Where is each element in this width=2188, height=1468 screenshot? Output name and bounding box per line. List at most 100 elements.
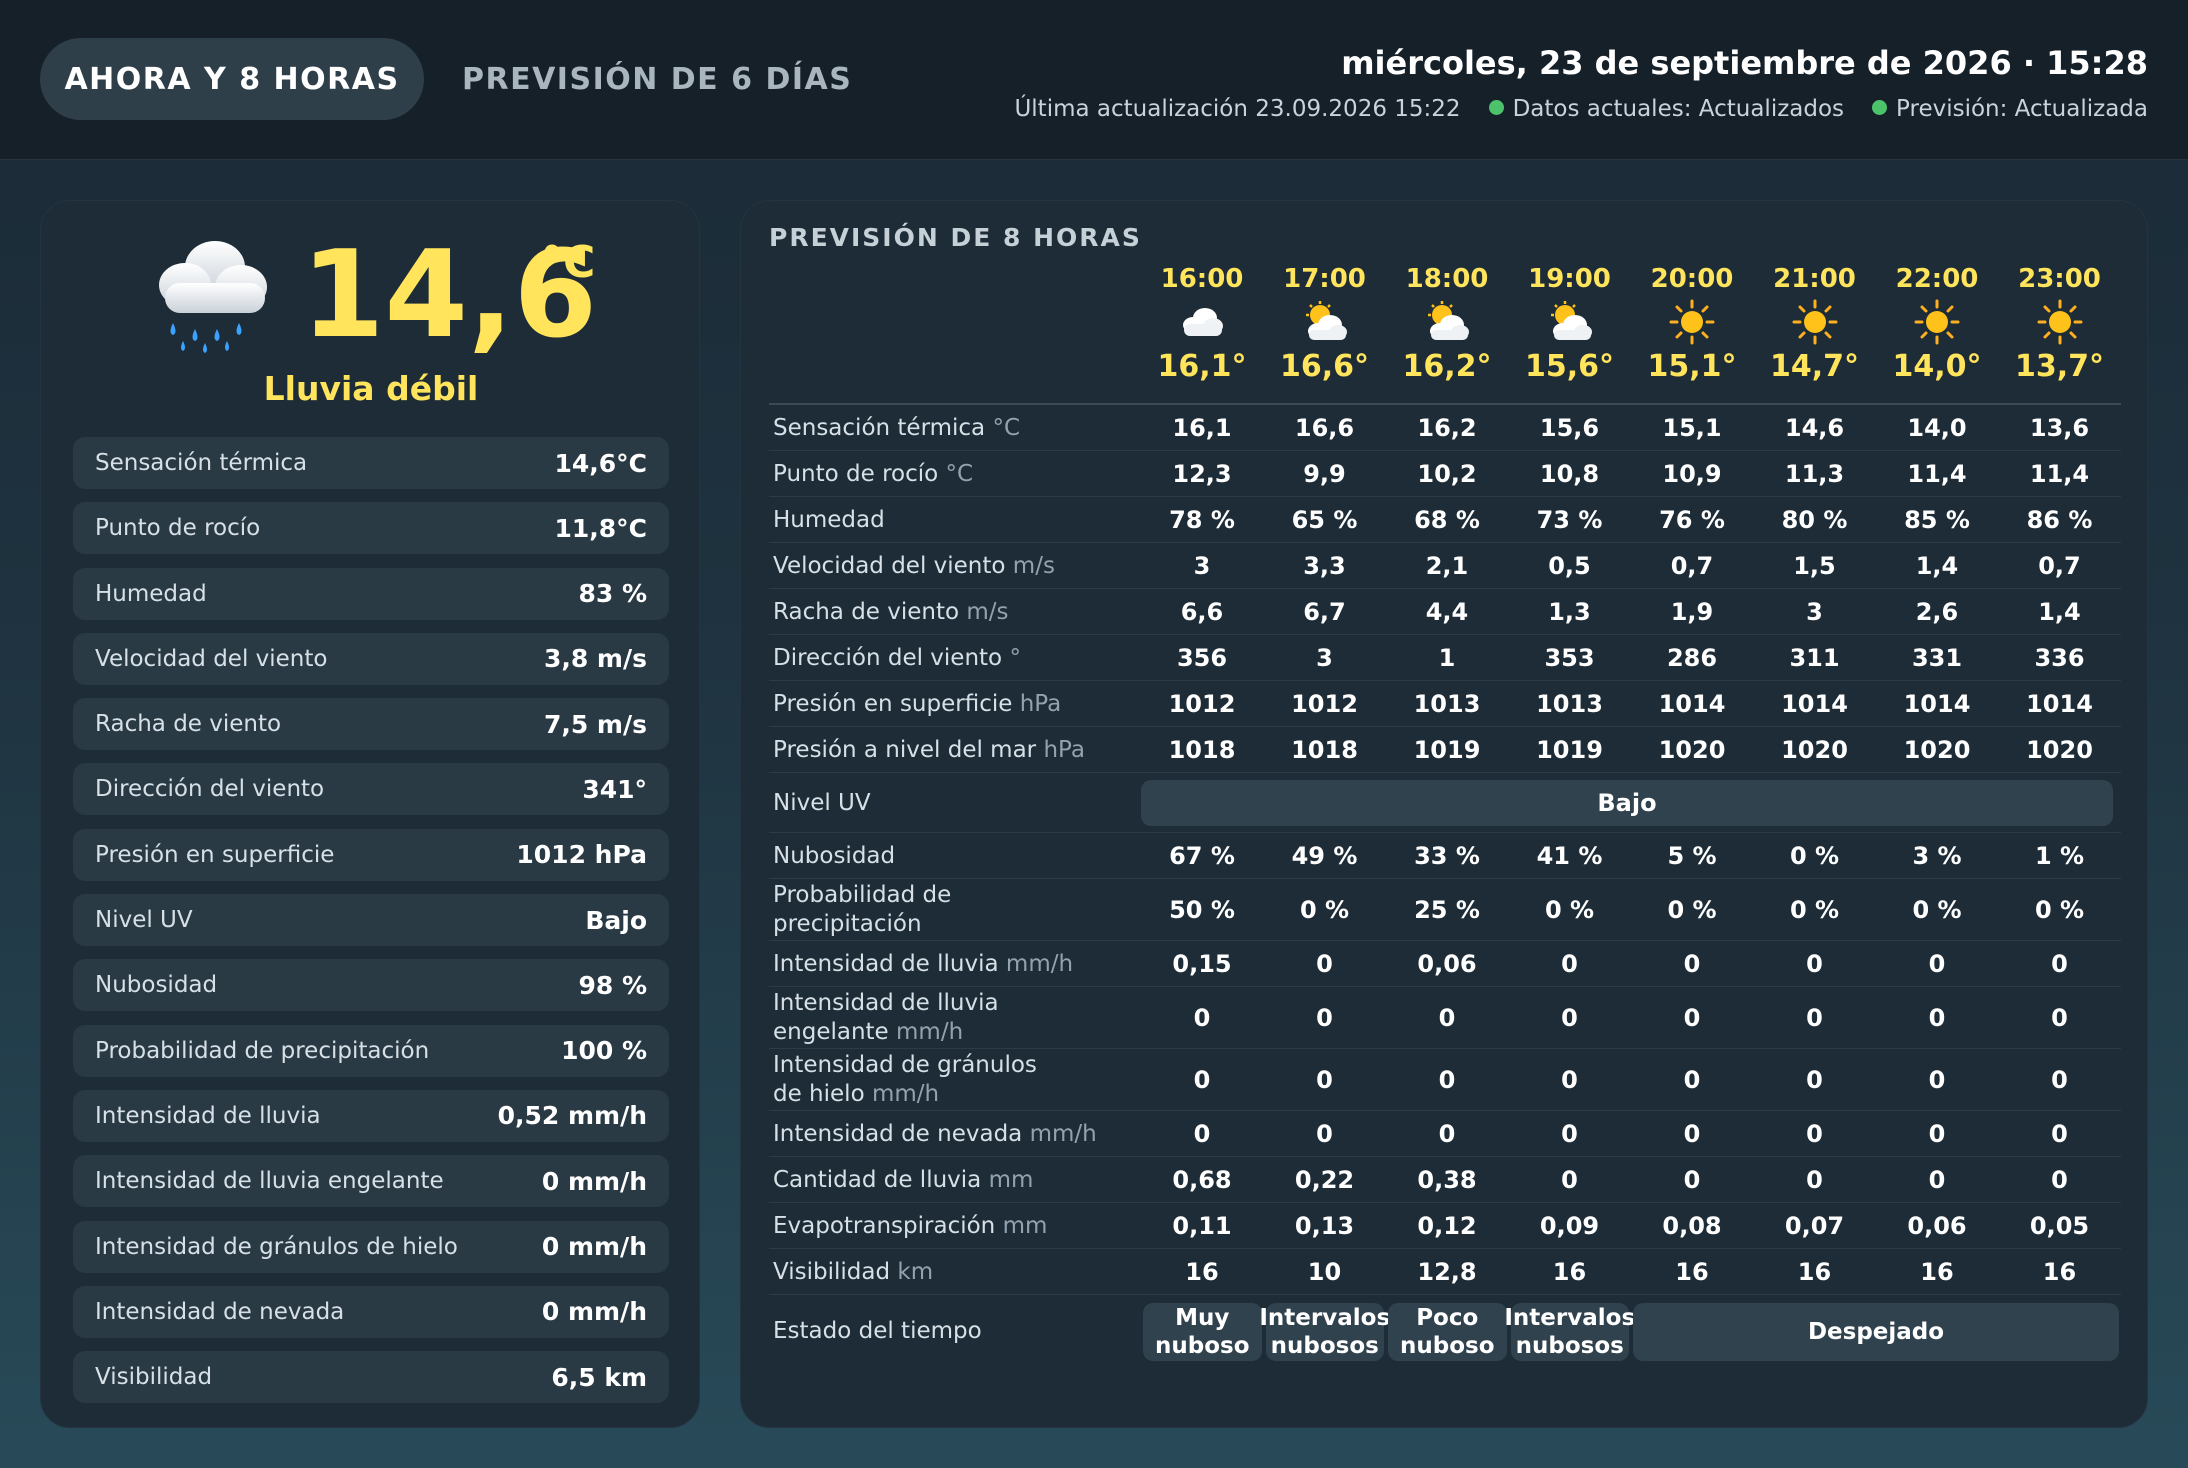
row-value: 0 [1683, 1004, 1701, 1032]
row-value: 0 [1561, 950, 1578, 978]
row-value: 0,05 [2029, 1212, 2090, 1240]
row-value: 0,5 [1548, 552, 1591, 580]
row-value: 1020 [1903, 736, 1971, 764]
weather-state-badge: Muy nuboso [1143, 1303, 1262, 1361]
hour-headers: 16:00 16,1° 17:00 16,6° 18:00 16,2° 19:00 15,6°… [741, 261, 2149, 401]
hour-column: 17:00 16,6° [1265, 261, 1385, 387]
detail-label: Punto de rocío [95, 515, 261, 542]
detail-row: Velocidad del viento 3,8 m/s [73, 632, 669, 685]
row-value: 0,22 [1294, 1166, 1355, 1194]
tab-now-8h[interactable]: AHORA Y 8 HORAS [40, 38, 424, 120]
tab-6-day-forecast[interactable]: PREVISIÓN DE 6 DÍAS [462, 38, 852, 120]
row-label: Probabilidad de precipitación [773, 881, 1063, 939]
row-value: 16 [1185, 1258, 1219, 1286]
row-label: Nubosidad [773, 842, 1133, 871]
row-value: 4,4 [1425, 598, 1469, 626]
row-value: 0 [1806, 1004, 1823, 1032]
row-value: 0 [1683, 1066, 1701, 1094]
detail-label: Nubosidad [95, 972, 218, 999]
row-unit: m/s [966, 598, 1009, 625]
row-value: 0 [2051, 1120, 2068, 1148]
row-value: 0 [1806, 950, 1823, 978]
forecast-row: Intensidad de nevada mm/h 0 0 0 0 0 0 0 0 [769, 1111, 2121, 1157]
forecast-row: Dirección del viento ° 356 3 1 353 286 311 331 3… [769, 635, 2121, 681]
detail-row: Punto de rocío 11,8°C [73, 502, 669, 555]
row-value: 11,4 [1907, 460, 1967, 488]
row-label-text: Nubosidad [773, 842, 896, 869]
row-label-text: Visibilidad [773, 1258, 891, 1285]
row-value: 0 [1193, 1066, 1211, 1094]
row-unit: km [897, 1258, 934, 1285]
row-unit: mm [1002, 1212, 1048, 1239]
forecast-row: Evapotranspiración mm 0,11 0,13 0,12 0,09 0,0… [769, 1203, 2121, 1249]
uv-level-badge: Bajo [1141, 780, 2113, 826]
row-unit: hPa [1043, 736, 1085, 763]
row-value: 10 [1307, 1258, 1342, 1286]
row-value: 86 % [2026, 506, 2093, 534]
row-label: Sensación térmica °C [773, 414, 1133, 443]
row-value: 0,7 [1670, 552, 1714, 580]
sun-behind-cloud-icon [1510, 297, 1630, 347]
row-value: 0 [1806, 1120, 1823, 1148]
forecast-row: Humedad 78 % 65 % 68 % 73 % 76 % 80 % 85 % 86 % [769, 497, 2121, 543]
detail-row: Presión en superficie 1012 hPa [73, 828, 669, 881]
row-unit: °C [945, 460, 974, 487]
row-label-text: Intensidad de lluvia [773, 950, 999, 977]
sun-behind-cloud-icon [1387, 297, 1507, 347]
row-value: 0 [1438, 1066, 1456, 1094]
row-value: 311 [1789, 644, 1840, 672]
detail-value: 83 % [578, 579, 647, 609]
row-value: 0 [1316, 1066, 1333, 1094]
row-value: 10,9 [1662, 460, 1722, 488]
row-label-text: Intensidad de lluvia engelante [773, 990, 999, 1045]
row-label: Nivel UV [773, 790, 871, 816]
hour-temperature: 15,6° [1524, 349, 1615, 384]
row-value: 0 [2051, 1066, 2068, 1094]
row-unit: ° [1009, 644, 1021, 671]
row-value: 12,8 [1417, 1258, 1477, 1286]
hour-column: 20:00 15,1° [1632, 261, 1752, 387]
detail-label: Intensidad de nevada [95, 1298, 345, 1325]
detail-value: 6,5 km [551, 1362, 647, 1392]
row-label-text: Dirección del viento [773, 644, 1003, 671]
forecast-row: Presión en superficie hPa 1012 1012 1013 101… [769, 681, 2121, 727]
hour-column: 22:00 14,0° [1877, 261, 1997, 387]
row-value: 0 [2051, 950, 2068, 978]
forecast-row: Racha de viento m/s 6,6 6,7 4,4 1,3 1,9 3 2,6 1,… [769, 589, 2121, 635]
row-value: 1013 [1413, 690, 1481, 718]
row-value: 80 % [1781, 506, 1848, 534]
row-label-text: Velocidad del viento [773, 552, 1006, 579]
row-label-text: Probabilidad de precipitación [773, 882, 952, 937]
row-value: 15,6 [1539, 414, 1600, 442]
row-value: 2,1 [1425, 552, 1469, 580]
detail-row: Probabilidad de precipitación 100 % [73, 1024, 669, 1077]
weather-state-badge: Despejado [1633, 1303, 2119, 1361]
row-value: 3 [1806, 598, 1823, 626]
detail-value: 100 % [561, 1036, 647, 1066]
row-label: Presión a nivel del mar hPa [773, 736, 1133, 765]
row-value: 9,9 [1303, 460, 1346, 488]
row-value: 0 [1806, 1166, 1823, 1194]
row-unit: mm/h [896, 1019, 964, 1045]
row-value: 0,13 [1294, 1212, 1355, 1240]
row-value: 85 % [1904, 506, 1970, 534]
row-value: 0 [1806, 1066, 1823, 1094]
row-value: 1,5 [1793, 552, 1836, 580]
hour-temperature: 15,1° [1647, 349, 1737, 384]
row-value: 16,2 [1417, 414, 1477, 442]
top-bar: AHORA Y 8 HORAS PREVISIÓN DE 6 DÍAS miér… [0, 0, 2188, 160]
current-weather-description: Lluvia débil [263, 369, 479, 408]
row-value: 0 % [2034, 896, 2085, 924]
row-value: 11,4 [2029, 460, 2090, 488]
row-label-text: Intensidad de nevada [773, 1120, 1023, 1147]
row-value: 1,4 [2038, 598, 2081, 626]
row-value: 0,06 [1417, 950, 1477, 978]
row-label-text: Sensación térmica [773, 414, 986, 441]
detail-value: 0,52 mm/h [497, 1101, 647, 1131]
row-value: 1012 [1168, 690, 1236, 718]
row-value: 0,09 [1539, 1212, 1600, 1240]
hour-column: 18:00 16,2° [1387, 261, 1507, 387]
cloud-icon [1142, 297, 1262, 347]
row-value: 0 [1193, 1004, 1211, 1032]
hour-temperature: 16,2° [1402, 349, 1492, 384]
